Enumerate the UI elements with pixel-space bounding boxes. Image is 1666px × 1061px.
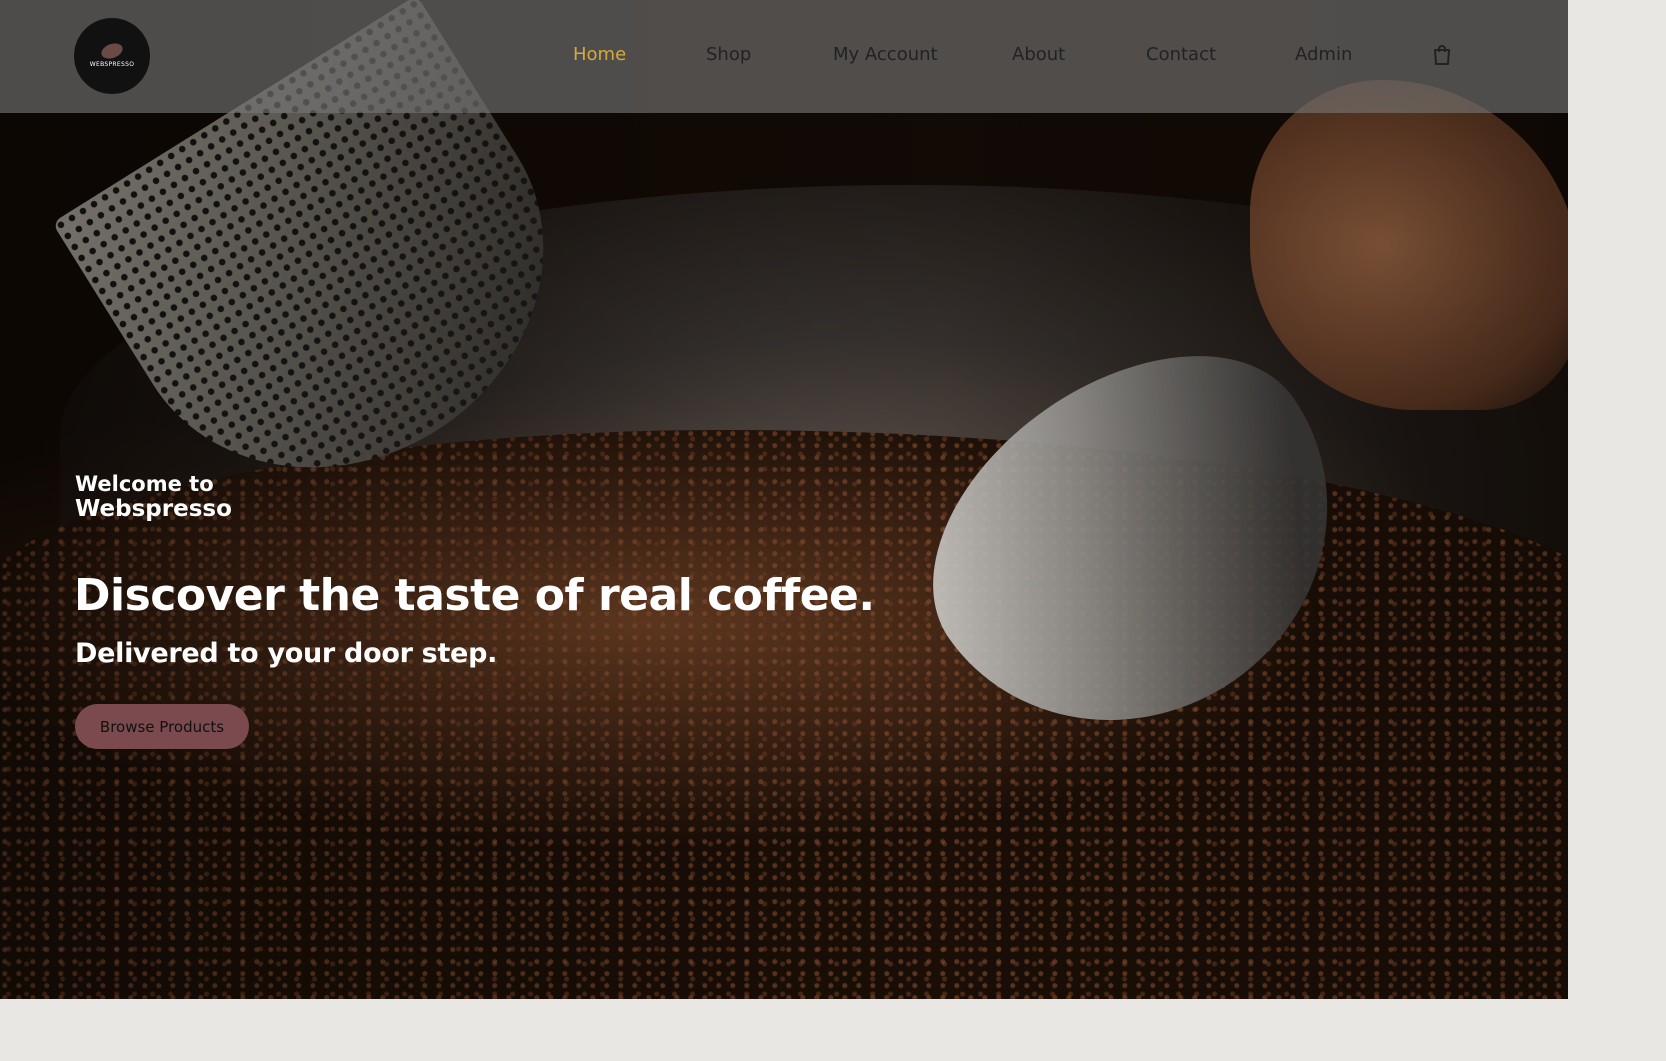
nav-admin[interactable]: Admin xyxy=(1295,44,1352,65)
coffee-bean-icon xyxy=(99,40,125,62)
hero-subheadline: Delivered to your door step. xyxy=(75,638,498,669)
logo-text: WEBSPRESSO xyxy=(89,61,135,68)
nav-about[interactable]: About xyxy=(1012,44,1065,65)
nav-shop[interactable]: Shop xyxy=(706,44,751,65)
browse-products-button[interactable]: Browse Products xyxy=(75,704,249,749)
hero-headline: Discover the taste of real coffee. xyxy=(74,570,875,621)
brand-name: Webspresso xyxy=(75,496,232,522)
logo[interactable]: WEBSPRESSO xyxy=(74,18,150,94)
nav-contact[interactable]: Contact xyxy=(1146,44,1216,65)
navbar: WEBSPRESSO Home Shop My Account About Co… xyxy=(0,0,1568,113)
welcome-text: Welcome to Webspresso xyxy=(75,472,232,522)
nav-my-account[interactable]: My Account xyxy=(833,44,938,65)
welcome-line: Welcome to xyxy=(75,472,214,496)
shopping-bag-icon[interactable] xyxy=(1432,44,1452,66)
hero-overlay xyxy=(0,0,1568,999)
hero-section: WEBSPRESSO Home Shop My Account About Co… xyxy=(0,0,1568,999)
nav-home[interactable]: Home xyxy=(573,44,626,65)
